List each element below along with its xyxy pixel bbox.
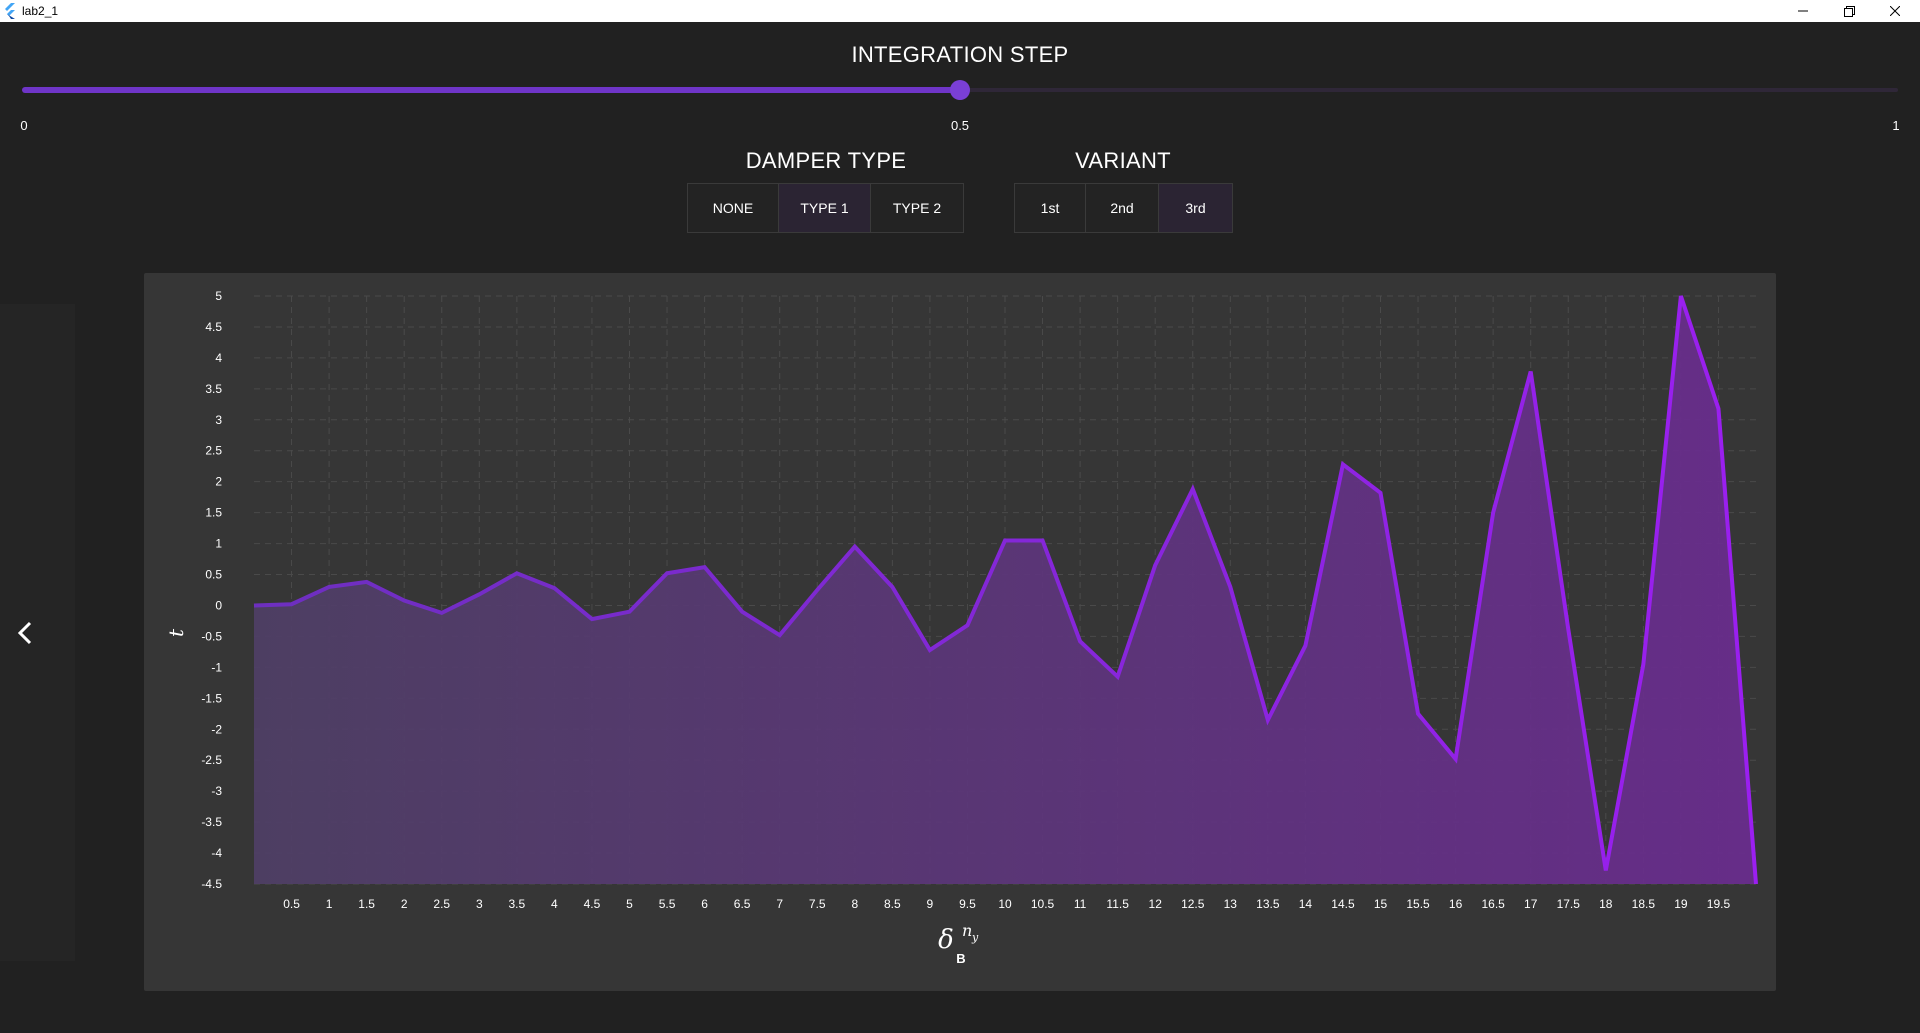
y-tick-label: -1 xyxy=(211,660,222,674)
restore-button[interactable] xyxy=(1826,0,1872,22)
y-tick-label: 2 xyxy=(215,475,222,489)
y-tick-label: 5 xyxy=(215,289,222,303)
y-tick-label: -4 xyxy=(211,846,222,860)
window-title-bar: lab2_1 xyxy=(0,0,1920,22)
chevron-left-icon[interactable] xyxy=(14,620,36,646)
x-tick-label: 8.5 xyxy=(884,897,901,911)
svg-text:y: y xyxy=(971,931,979,944)
x-tick-label: 2 xyxy=(401,897,408,911)
y-tick-label: 3.5 xyxy=(205,382,222,396)
y-tick-label: 4.5 xyxy=(205,320,222,334)
y-tick-label: 3 xyxy=(215,413,222,427)
x-tick-label: 10 xyxy=(998,897,1012,911)
x-tick-label: 2.5 xyxy=(433,897,450,911)
slider-min-label: 0 xyxy=(20,118,28,133)
x-tick-label: 11.5 xyxy=(1106,897,1129,911)
y-tick-label: 1 xyxy=(215,537,222,551)
slider-max-label: 1 xyxy=(1892,118,1900,133)
svg-text:δ: δ xyxy=(938,925,954,955)
slider-mid-label: 0.5 xyxy=(950,118,970,133)
x-tick-label: 17.5 xyxy=(1557,897,1581,911)
x-tick-label: 4 xyxy=(551,897,558,911)
x-tick-label: 11 xyxy=(1074,897,1087,911)
damper-type-title: DAMPER TYPE xyxy=(745,148,907,173)
x-tick-label: 5 xyxy=(626,897,633,911)
y-tick-label: -4.5 xyxy=(201,877,222,891)
variant-option-3rd[interactable]: 3rd xyxy=(1159,184,1232,232)
close-icon xyxy=(1890,6,1900,16)
x-tick-label: 9 xyxy=(927,897,934,911)
x-tick-label: 16.5 xyxy=(1481,897,1505,911)
x-tick-label: 0.5 xyxy=(283,897,300,911)
x-tick-label: 12 xyxy=(1149,897,1163,911)
side-drawer-panel xyxy=(0,304,75,961)
x-tick-label: 13 xyxy=(1224,897,1238,911)
svg-text:n: n xyxy=(962,921,972,940)
x-tick-label: 17 xyxy=(1524,897,1538,911)
window-title: lab2_1 xyxy=(22,4,59,18)
x-tick-label: 7.5 xyxy=(809,897,826,911)
x-tick-label: 3.5 xyxy=(509,897,526,911)
y-tick-label: 2.5 xyxy=(205,444,222,458)
x-tick-label: 14.5 xyxy=(1331,897,1355,911)
y-axis-label: t xyxy=(164,628,188,637)
x-tick-label: 15.5 xyxy=(1406,897,1430,911)
y-tick-label: 4 xyxy=(215,351,222,365)
response-chart: 54.543.532.521.510.50-0.5-1-1.5-2-2.5-3-… xyxy=(164,289,1758,966)
x-tick-label: 1.5 xyxy=(358,897,375,911)
y-tick-label: -1.5 xyxy=(201,691,222,705)
y-tick-label: -2 xyxy=(211,722,222,736)
svg-text:B: B xyxy=(956,951,965,966)
x-tick-label: 16 xyxy=(1449,897,1463,911)
x-tick-label: 8 xyxy=(851,897,858,911)
variant-title: VARIANT xyxy=(1075,148,1171,173)
x-axis-label: δ n y B xyxy=(938,921,979,966)
damper-type-selector: NONE TYPE 1 TYPE 2 xyxy=(687,183,964,233)
x-tick-label: 15 xyxy=(1374,897,1388,911)
y-tick-label: -3.5 xyxy=(201,815,222,829)
minimize-icon xyxy=(1798,10,1808,12)
integration-step-slider[interactable] xyxy=(22,80,1898,100)
x-tick-label: 5.5 xyxy=(659,897,676,911)
damper-option-none[interactable]: NONE xyxy=(688,184,779,232)
x-tick-label: 6 xyxy=(701,897,708,911)
x-tick-label: 12.5 xyxy=(1181,897,1205,911)
damper-option-type-2[interactable]: TYPE 2 xyxy=(871,184,963,232)
y-tick-label: -3 xyxy=(211,784,222,798)
slider-active-track xyxy=(22,87,960,93)
x-tick-label: 1 xyxy=(326,897,333,911)
y-tick-label: -2.5 xyxy=(201,753,222,767)
x-tick-label: 7 xyxy=(776,897,783,911)
chart-card: 5 4.5 4 3.5 3 2.5 2 1.5 1 0.5 0 -0.5 -1 -1.5 -2 -2.5 -3-… xyxy=(144,273,1776,991)
x-tick-label: 4.5 xyxy=(584,897,601,911)
flutter-app-icon xyxy=(5,3,15,19)
y-tick-label: 1.5 xyxy=(205,506,222,520)
close-window-button[interactable] xyxy=(1872,0,1918,22)
x-tick-label: 10.5 xyxy=(1031,897,1055,911)
x-tick-label: 6.5 xyxy=(734,897,751,911)
x-tick-label: 14 xyxy=(1299,897,1313,911)
x-tick-label: 3 xyxy=(476,897,483,911)
y-tick-label: 0 xyxy=(215,598,222,612)
x-tick-label: 19 xyxy=(1674,897,1688,911)
variant-option-1st[interactable]: 1st xyxy=(1015,184,1086,232)
damper-option-type-1[interactable]: TYPE 1 xyxy=(779,184,871,232)
integration-step-title: INTEGRATION STEP xyxy=(851,42,1069,67)
x-tick-label: 13.5 xyxy=(1256,897,1280,911)
y-tick-label: 0.5 xyxy=(205,568,222,582)
variant-selector: 1st 2nd 3rd xyxy=(1014,183,1233,233)
x-tick-label: 18.5 xyxy=(1632,897,1656,911)
minimize-button[interactable] xyxy=(1780,0,1826,22)
slider-thumb[interactable] xyxy=(950,80,970,100)
restore-icon xyxy=(1843,5,1855,17)
x-tick-label: 9.5 xyxy=(959,897,976,911)
variant-option-2nd[interactable]: 2nd xyxy=(1086,184,1159,232)
y-tick-label: -0.5 xyxy=(201,629,222,643)
x-tick-label: 19.5 xyxy=(1707,897,1731,911)
x-tick-label: 18 xyxy=(1599,897,1613,911)
